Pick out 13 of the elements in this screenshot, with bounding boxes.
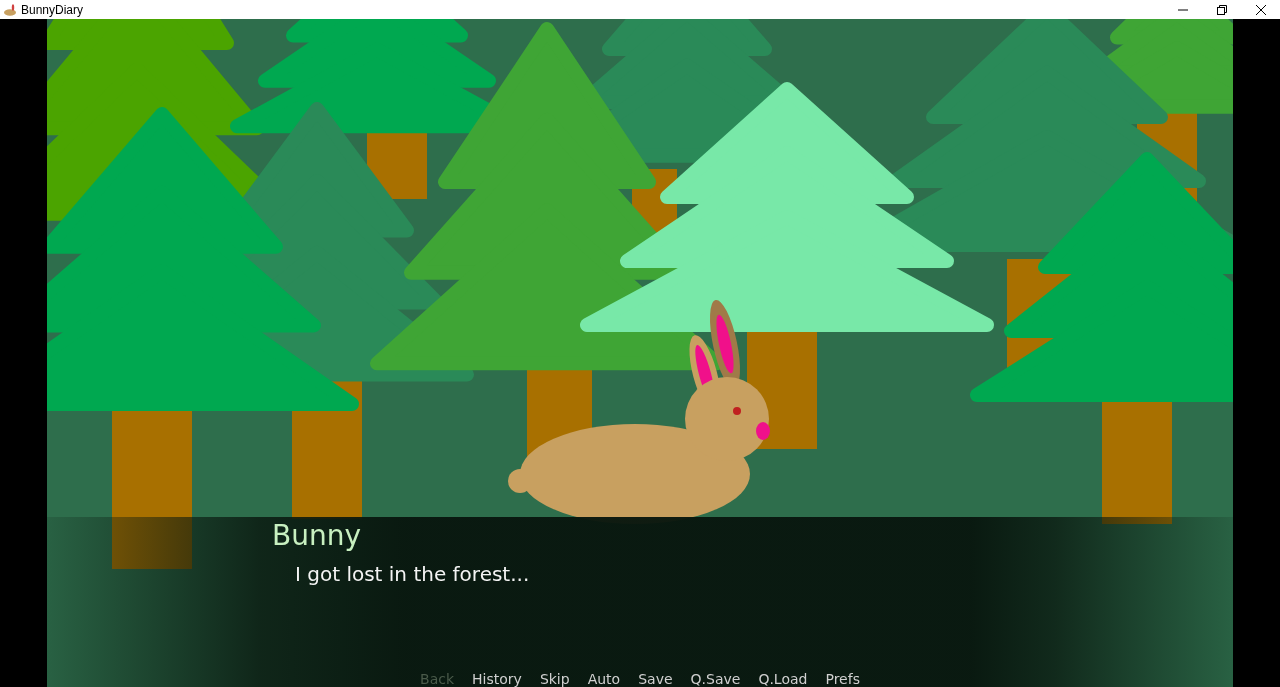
close-icon[interactable] [1255, 4, 1266, 15]
quick-menu-button[interactable]: Q.Save [683, 670, 748, 687]
window-title: BunnyDiary [21, 2, 84, 17]
restore-icon[interactable] [1216, 4, 1227, 15]
rabbit-app-icon [3, 3, 17, 16]
quick-menu-button[interactable]: Skip [532, 670, 577, 687]
quick-menu-button[interactable]: History [465, 670, 529, 687]
quick-menu-button[interactable]: Save [631, 670, 680, 687]
speaker-name: Bunny [272, 519, 362, 552]
quick-menu-button[interactable]: Q.Load [751, 670, 815, 687]
quick-menu-button[interactable]: Auto [580, 670, 628, 687]
quick-menu-button[interactable]: Prefs [818, 670, 867, 687]
dialogue-text: I got lost in the forest... [295, 562, 530, 586]
